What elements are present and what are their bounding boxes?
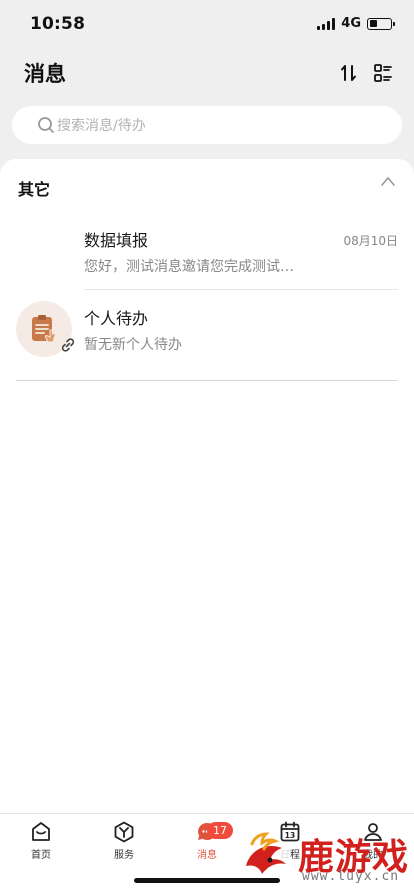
tab-label: 消息	[197, 850, 217, 861]
message-preview: 您好，测试消息邀请您完成测试…	[84, 259, 294, 275]
message-title: 数据填报	[84, 231, 149, 250]
tab-service[interactable]: 服务	[94, 820, 154, 861]
page-title: 消息	[24, 62, 66, 86]
tab-home[interactable]: 首页	[11, 820, 71, 861]
tab-label: 首页	[31, 850, 51, 861]
list-filter-icon[interactable]	[372, 62, 394, 84]
tab-message[interactable]: 17 消息	[177, 820, 237, 861]
message-list-panel: 其它 数据填报 08月10日 您好，测试消息邀请您完成测试… 个人待办 暂无新个…	[0, 159, 414, 813]
unread-badge: 17	[207, 822, 233, 839]
status-time: 10:58	[30, 14, 86, 34]
list-item[interactable]: 个人待办 暂无新个人待办	[0, 289, 414, 381]
link-icon	[61, 338, 75, 352]
signal-icon	[317, 17, 336, 30]
status-indicators: 4G	[317, 16, 395, 31]
home-icon	[32, 822, 50, 841]
section-title: 其它	[18, 180, 51, 199]
chevron-up-icon[interactable]	[380, 175, 396, 187]
home-indicator[interactable]	[134, 878, 280, 883]
watermark-url: www.luyx.cn	[302, 869, 400, 884]
clipboard-icon	[32, 315, 56, 343]
header: 消息	[0, 48, 414, 100]
message-date: 08月10日	[343, 234, 398, 248]
message-preview: 暂无新个人待办	[84, 337, 182, 353]
service-cube-icon	[114, 821, 134, 843]
network-label: 4G	[341, 16, 361, 31]
search-placeholder: 搜索消息/待办	[57, 118, 146, 134]
sort-icon[interactable]	[338, 62, 360, 84]
search-input[interactable]: 搜索消息/待办	[12, 106, 402, 144]
tab-label: 服务	[114, 850, 134, 861]
divider	[16, 380, 398, 381]
battery-icon	[367, 17, 395, 30]
status-bar: 10:58 4G	[0, 0, 414, 48]
list-item[interactable]: 数据填报 08月10日 您好，测试消息邀请您完成测试…	[0, 217, 414, 290]
search-icon	[38, 117, 54, 133]
message-title: 个人待办	[84, 309, 149, 328]
